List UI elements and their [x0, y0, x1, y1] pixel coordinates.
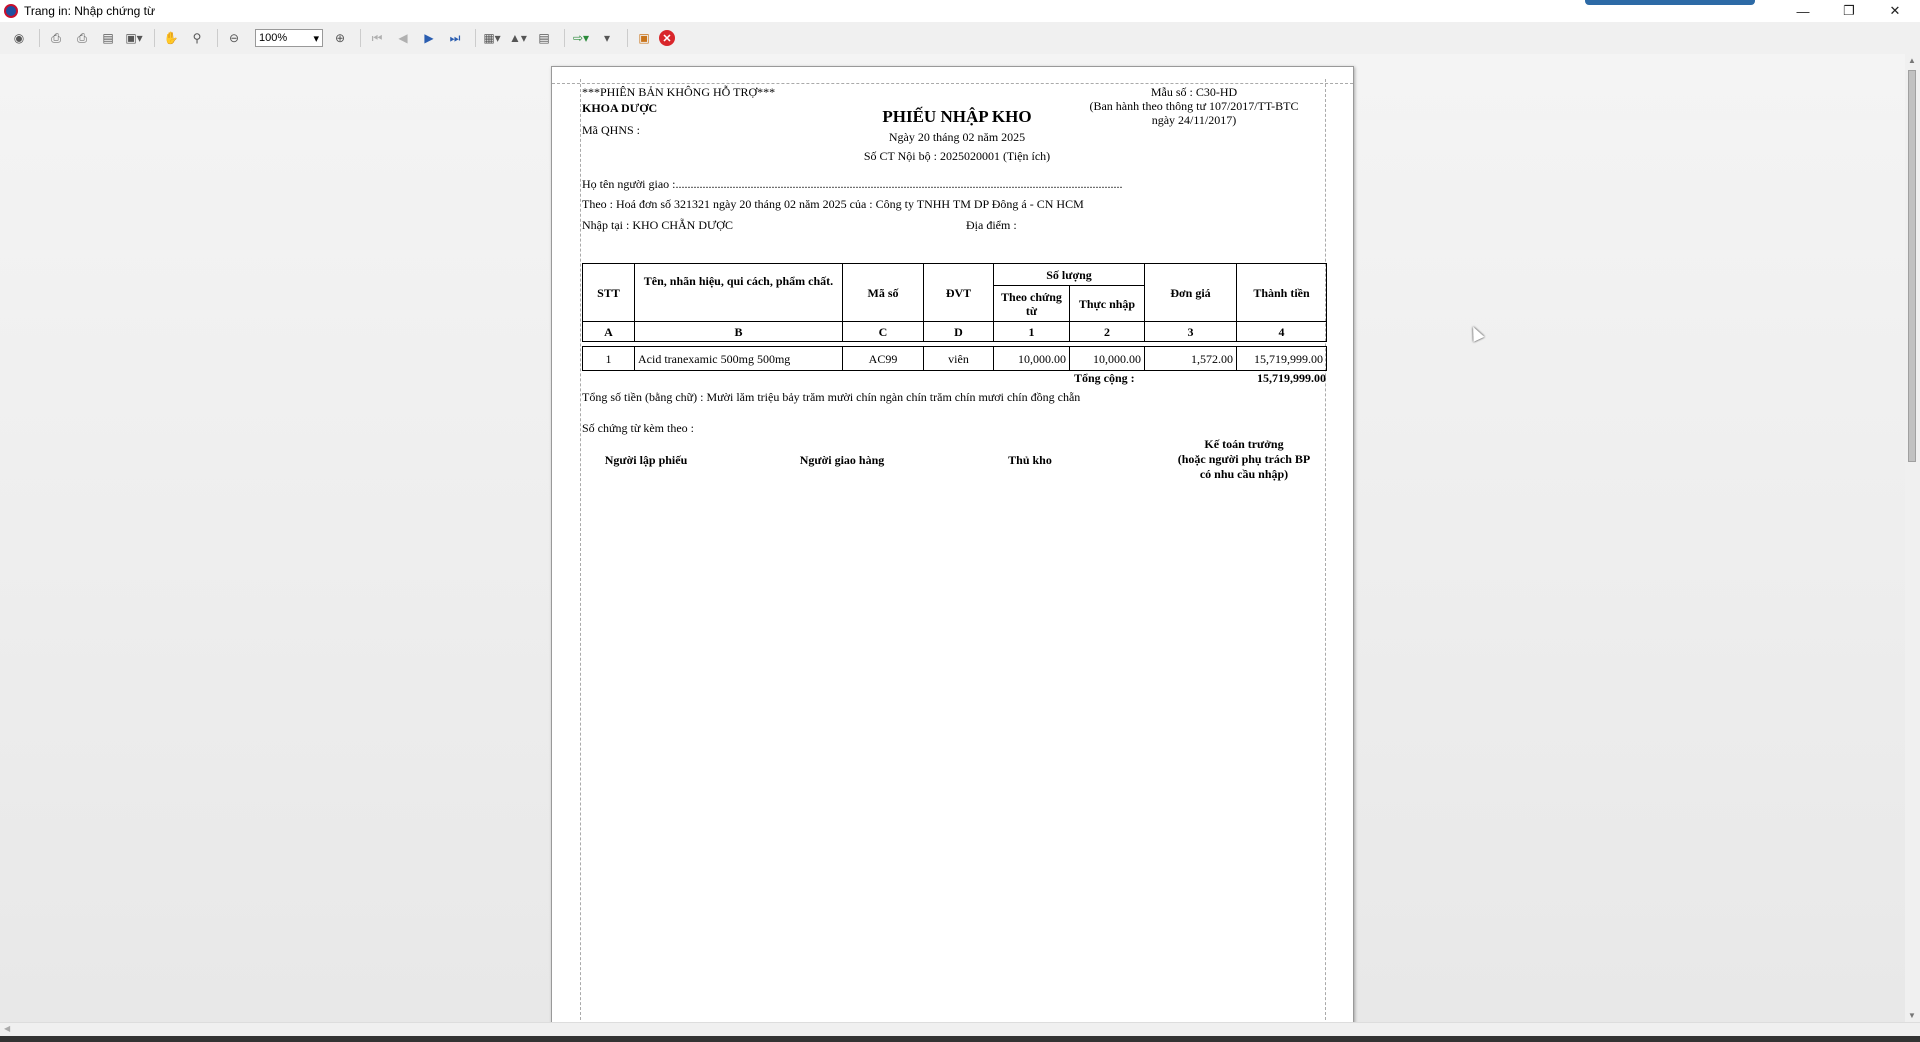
zoom-out-icon[interactable]: ⊖	[223, 27, 245, 49]
location-label: Địa điểm :	[966, 218, 1017, 232]
import-location: Nhập tại : KHO CHẴN DƯỢC	[582, 218, 733, 232]
report-page: ***PHIÊN BẢN KHÔNG HỖ TRỢ*** KHOA DƯỢC M…	[551, 66, 1354, 1022]
row-stt: 1	[582, 346, 635, 371]
items-table: STT Tên, nhãn hiệu, qui cách, phẩm chất.…	[582, 263, 1327, 371]
vertical-scroll-thumb[interactable]	[1908, 70, 1916, 462]
header-amount: Thành tiền	[1236, 263, 1327, 322]
print-icon[interactable]: ⎙	[45, 27, 67, 49]
index-4: 4	[1236, 321, 1327, 342]
row-unit: viên	[923, 346, 994, 371]
color-icon[interactable]: ▲▾	[507, 27, 529, 49]
header-code: Mã số	[842, 263, 924, 322]
scale-icon[interactable]: ▣▾	[123, 27, 145, 49]
magnifier-icon[interactable]: ⚲	[186, 27, 208, 49]
sign-accountant-line-2: (hoặc người phụ trách BP	[1177, 452, 1311, 466]
page-setup-icon[interactable]: ▤	[97, 27, 119, 49]
report-title: PHIẾU NHẬP KHO	[882, 107, 1032, 126]
next-page-icon[interactable]: ▶	[418, 27, 440, 49]
vertical-scrollbar[interactable]: ▲ ▼	[1905, 54, 1920, 1022]
first-page-icon[interactable]: ⏮	[366, 27, 388, 49]
form-code: Mẫu số : C30-HD	[1150, 85, 1238, 99]
according-to-line: Theo : Hoá đơn số 321321 ngày 20 tháng 0…	[582, 197, 1084, 211]
scroll-down-icon[interactable]: ▼	[1908, 1011, 1916, 1020]
horizontal-scrollbar[interactable]: ◀	[0, 1022, 1920, 1036]
index-c: C	[842, 321, 924, 342]
last-page-icon[interactable]: ⏭	[444, 27, 466, 49]
sign-preparer: Người lập phiếu	[604, 453, 688, 467]
header-unit-price: Đơn giá	[1144, 263, 1237, 322]
multipage-icon[interactable]: ▦▾	[481, 27, 503, 49]
preview-viewport: ***PHIÊN BẢN KHÔNG HỖ TRỢ*** KHOA DƯỢC M…	[0, 54, 1905, 1022]
header-item-name: Tên, nhãn hiệu, qui cách, phẩm chất.	[634, 263, 843, 322]
amount-in-words: Tổng số tiền (bằng chữ) : Mười lăm triệu…	[582, 390, 1081, 404]
restore-button[interactable]: ❐	[1826, 0, 1872, 22]
window-title: Trang in: Nhập chứng từ	[24, 4, 156, 18]
taskbar-edge	[0, 1036, 1920, 1042]
document-number: Số CT Nội bộ : 2025020001 (Tiện ích)	[863, 149, 1051, 163]
table-row: 1 Acid tranexamic 500mg 500mg AC99 viên …	[582, 346, 1327, 371]
index-1: 1	[993, 321, 1070, 342]
zoom-select[interactable]: 100% ▾	[255, 29, 323, 47]
scroll-left-icon[interactable]: ◀	[4, 1024, 10, 1033]
print-preview-toolbar: ◉ ⎙ ⎙ ▤ ▣▾ ✋ ⚲ ⊖ 100% ▾ ⊕ ⏮ ◀ ▶ ⏭ ▦▾ ▲▾ ▤…	[0, 22, 1920, 54]
budget-code-label: Mã QHNS :	[582, 123, 641, 137]
exit-preview-icon[interactable]: ▣	[633, 27, 655, 49]
page-margin-left	[580, 79, 581, 1022]
page-margin-right	[1325, 79, 1326, 1022]
minimize-button[interactable]: —	[1780, 0, 1826, 22]
close-window-button[interactable]: ✕	[1872, 0, 1918, 22]
close-preview-icon[interactable]: ✕	[659, 30, 675, 46]
row-unit-price: 1,572.00	[1144, 346, 1237, 371]
row-qty-document: 10,000.00	[993, 346, 1070, 371]
index-a: A	[582, 321, 635, 342]
attachments-label: Số chứng từ kèm theo :	[582, 421, 694, 435]
index-d: D	[923, 321, 994, 342]
row-qty-actual: 10,000.00	[1069, 346, 1145, 371]
total-label: Tổng cộng :	[1074, 371, 1135, 385]
mouse-cursor-icon	[1467, 324, 1485, 342]
row-amount: 15,719,999.00	[1236, 346, 1327, 371]
hand-tool-icon[interactable]: ✋	[160, 27, 182, 49]
header-stt: STT	[582, 263, 635, 322]
zoom-value: 100%	[259, 32, 288, 44]
deliverer-line: Họ tên người giao :.....................…	[582, 177, 1123, 191]
quick-print-icon[interactable]: ⎙	[71, 27, 93, 49]
app-icon	[4, 4, 18, 18]
chevron-down-icon: ▾	[313, 32, 319, 45]
sign-deliverer: Người giao hàng	[799, 453, 885, 467]
index-3: 3	[1144, 321, 1237, 342]
window-titlebar: Trang in: Nhập chứng từ — ❐ ✕	[0, 0, 1920, 22]
sign-accountant-line-3: có nhu cầu nhập)	[1199, 467, 1289, 481]
zoom-in-icon[interactable]: ⊕	[329, 27, 351, 49]
header-qty-actual: Thực nhập	[1069, 285, 1145, 322]
previous-page-icon[interactable]: ◀	[392, 27, 414, 49]
page-margin-top	[552, 83, 1353, 84]
email-icon[interactable]: ▾	[596, 27, 618, 49]
header-quantity: Số lượng	[993, 263, 1145, 286]
sign-storekeeper: Thủ kho	[1008, 453, 1052, 467]
sign-accountant-line-1: Kế toán trưởng	[1204, 437, 1284, 451]
title-accent-bar	[1585, 0, 1755, 5]
index-b: B	[634, 321, 843, 342]
index-2: 2	[1069, 321, 1145, 342]
department-name: KHOA DƯỢC	[582, 101, 658, 115]
report-date: Ngày 20 tháng 02 năm 2025	[888, 130, 1026, 144]
export-icon[interactable]: ⇨▾	[570, 27, 592, 49]
row-code: AC99	[842, 346, 924, 371]
unsupported-note: ***PHIÊN BẢN KHÔNG HỖ TRỢ***	[582, 85, 776, 99]
watermark-icon[interactable]: ▤	[533, 27, 555, 49]
scroll-up-icon[interactable]: ▲	[1908, 56, 1916, 65]
header-qty-document: Theo chứng từ	[993, 285, 1070, 322]
header-unit: ĐVT	[923, 263, 994, 322]
total-value: 15,719,999.00	[1257, 371, 1326, 385]
row-item-name: Acid tranexamic 500mg 500mg	[634, 346, 843, 371]
binoculars-icon[interactable]: ◉	[8, 27, 30, 49]
